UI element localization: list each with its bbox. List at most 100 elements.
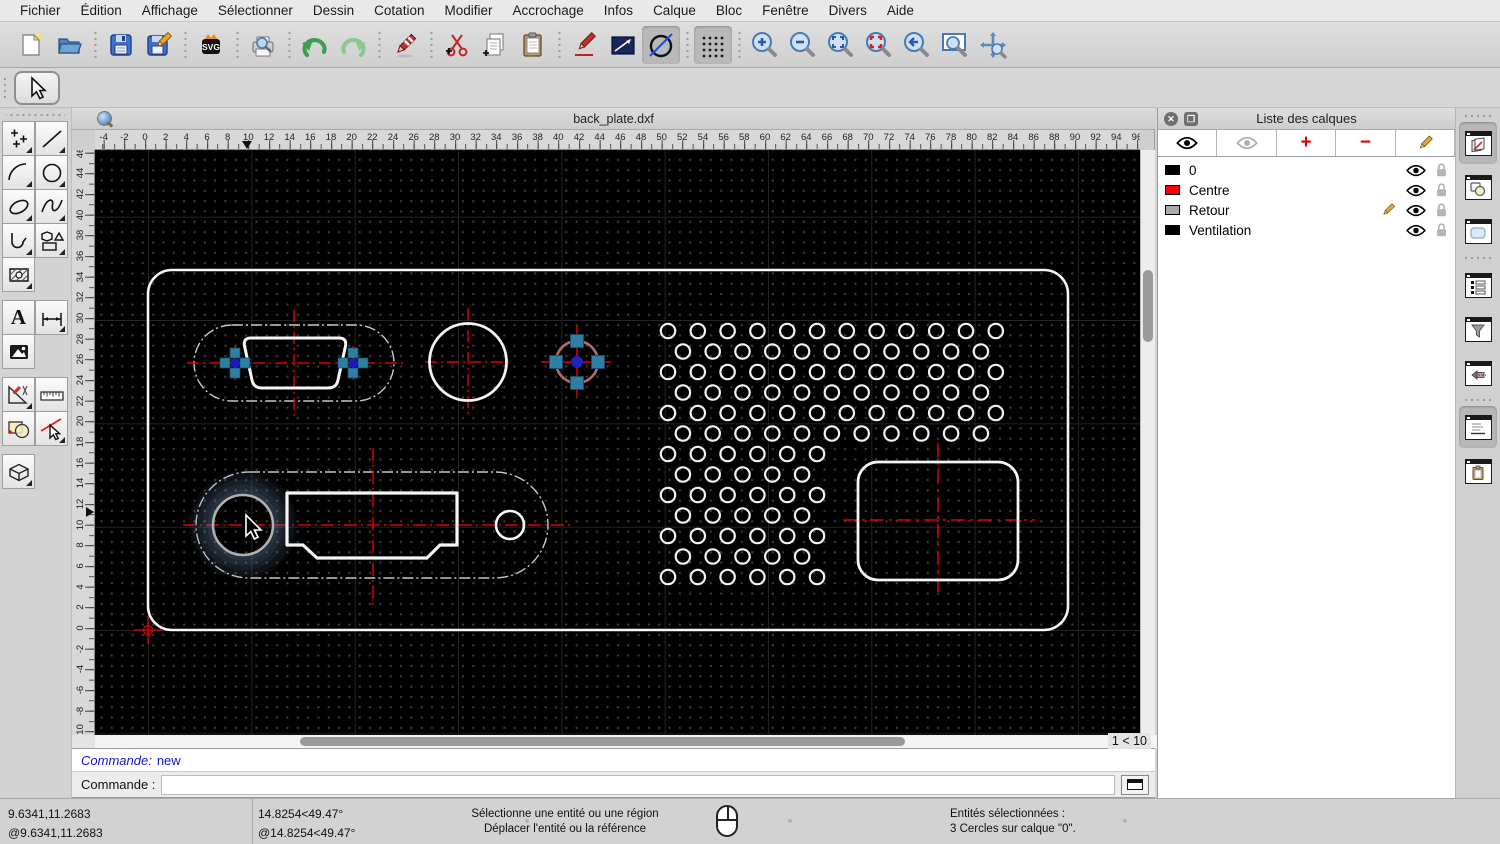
layers-dock-toggle[interactable]: [1459, 122, 1497, 164]
layer-color-swatch[interactable]: [1165, 165, 1180, 175]
ventilation-hole[interactable]: [749, 322, 766, 340]
blocks-dock-toggle[interactable]: [1459, 166, 1497, 208]
ventilation-hole[interactable]: [808, 404, 826, 422]
3d-view-tool-button[interactable]: [2, 454, 35, 489]
ventilation-hole[interactable]: [704, 466, 721, 483]
ventilation-hole[interactable]: [927, 363, 945, 381]
menu-modifier[interactable]: Modifier: [434, 0, 502, 22]
remove-layer-button[interactable]: −: [1336, 130, 1396, 156]
ventilation-hole[interactable]: [957, 363, 975, 381]
ventilation-hole[interactable]: [793, 343, 811, 360]
print-preview-button[interactable]: [244, 26, 282, 64]
view-dock-toggle[interactable]: [1459, 352, 1497, 394]
menu-fenetre[interactable]: Fenêtre: [752, 0, 819, 22]
ventilation-hole[interactable]: [793, 425, 811, 442]
menu-accrochage[interactable]: Accrochage: [502, 0, 593, 22]
measure-tool-button[interactable]: [35, 377, 68, 412]
ellipse-tool-button[interactable]: [2, 189, 35, 224]
ventilation-hole[interactable]: [749, 568, 766, 586]
ventilation-hole[interactable]: [734, 343, 751, 360]
menu-calque[interactable]: Calque: [643, 0, 706, 22]
menu-fichier[interactable]: Fichier: [10, 0, 71, 22]
draw-order-button[interactable]: [566, 26, 604, 64]
h-scroll-thumb[interactable]: [300, 737, 905, 746]
redo-button[interactable]: [334, 26, 372, 64]
ventilation-hole[interactable]: [883, 343, 900, 360]
ventilation-hole[interactable]: [808, 568, 826, 586]
zoom-selection-button[interactable]: [860, 26, 898, 64]
selection-filter-dock-toggle[interactable]: [1459, 308, 1497, 350]
ventilation-hole[interactable]: [659, 322, 677, 340]
horizontal-scrollbar[interactable]: [95, 735, 1177, 748]
dsub-cutout-group[interactable]: [187, 310, 407, 418]
ventilation-hole[interactable]: [778, 486, 796, 504]
ventilation-hole[interactable]: [689, 527, 707, 545]
ventilation-hole[interactable]: [838, 363, 856, 381]
ventilation-hole[interactable]: [689, 322, 707, 340]
ventilation-hole[interactable]: [719, 363, 736, 381]
zoom-in-button[interactable]: [746, 26, 784, 64]
ventilation-hole[interactable]: [987, 404, 1005, 422]
zoom-pan-button[interactable]: [974, 26, 1012, 64]
ventilation-hole[interactable]: [793, 466, 811, 483]
ventilation-hole[interactable]: [793, 384, 811, 401]
zoom-window-button[interactable]: [936, 26, 974, 64]
ventilation-hole[interactable]: [957, 322, 975, 340]
ventilation-holes[interactable]: [659, 322, 1005, 586]
ventilation-hole[interactable]: [927, 404, 945, 422]
ventilation-hole[interactable]: [972, 343, 990, 360]
dimension-tool-button[interactable]: [35, 300, 68, 335]
ventilation-hole[interactable]: [674, 548, 692, 565]
menu-edition[interactable]: Édition: [71, 0, 132, 22]
ventilation-hole[interactable]: [898, 363, 915, 381]
layer-color-swatch[interactable]: [1165, 225, 1180, 235]
ventilation-hole[interactable]: [793, 548, 811, 565]
ventilation-hole[interactable]: [987, 363, 1005, 381]
open-file-button[interactable]: [50, 26, 88, 64]
plate-outline[interactable]: [146, 268, 1070, 632]
ventilation-hole[interactable]: [749, 404, 766, 422]
ventilation-hole[interactable]: [778, 363, 796, 381]
layer-visibility-icon[interactable]: [1406, 224, 1426, 237]
ventilation-hole[interactable]: [808, 486, 826, 504]
ventilation-hole[interactable]: [749, 486, 766, 504]
ventilation-hole[interactable]: [659, 363, 677, 381]
cut-button[interactable]: [438, 26, 476, 64]
points-tool-button[interactable]: [2, 121, 35, 156]
ventilation-hole[interactable]: [689, 363, 707, 381]
ventilation-hole[interactable]: [734, 548, 751, 565]
rounded-rect-cutout-group[interactable]: [843, 443, 1035, 597]
ventilation-hole[interactable]: [704, 343, 721, 360]
ventilation-hole[interactable]: [659, 486, 677, 504]
ventilation-hole[interactable]: [719, 568, 736, 586]
modify-tool-button[interactable]: [2, 377, 35, 412]
ventilation-hole[interactable]: [972, 384, 990, 401]
copy-button[interactable]: [476, 26, 514, 64]
cad-canvas[interactable]: [95, 150, 1140, 735]
undo-button[interactable]: [296, 26, 334, 64]
menu-aide[interactable]: Aide: [877, 0, 924, 22]
layer-lock-icon[interactable]: [1435, 162, 1448, 178]
delete-button[interactable]: [386, 26, 424, 64]
ventilation-hole[interactable]: [719, 445, 736, 463]
ventilation-hole[interactable]: [734, 384, 751, 401]
library-dock-toggle[interactable]: [1459, 210, 1497, 252]
edit-layer-button[interactable]: [1396, 130, 1456, 156]
ventilation-hole[interactable]: [823, 343, 841, 360]
ventilation-hole[interactable]: [749, 527, 766, 545]
ventilation-hole[interactable]: [957, 404, 975, 422]
round-hole-group[interactable]: [425, 308, 513, 416]
show-all-layers-button[interactable]: [1158, 130, 1218, 156]
selection-pointer-button[interactable]: [14, 71, 60, 105]
selected-screw-hole-right[interactable]: [337, 346, 369, 380]
ventilation-hole[interactable]: [763, 343, 781, 360]
layer-row-retour[interactable]: Retour: [1158, 200, 1455, 220]
layer-lock-icon[interactable]: [1435, 182, 1448, 198]
ventilation-hole[interactable]: [659, 568, 677, 586]
polyline-tool-button[interactable]: [2, 223, 35, 258]
selection-center-point[interactable]: [571, 356, 583, 368]
ventilation-hole[interactable]: [868, 404, 885, 422]
zoom-previous-button[interactable]: [898, 26, 936, 64]
ventilation-hole[interactable]: [674, 466, 692, 483]
ventilation-hole[interactable]: [734, 425, 751, 442]
